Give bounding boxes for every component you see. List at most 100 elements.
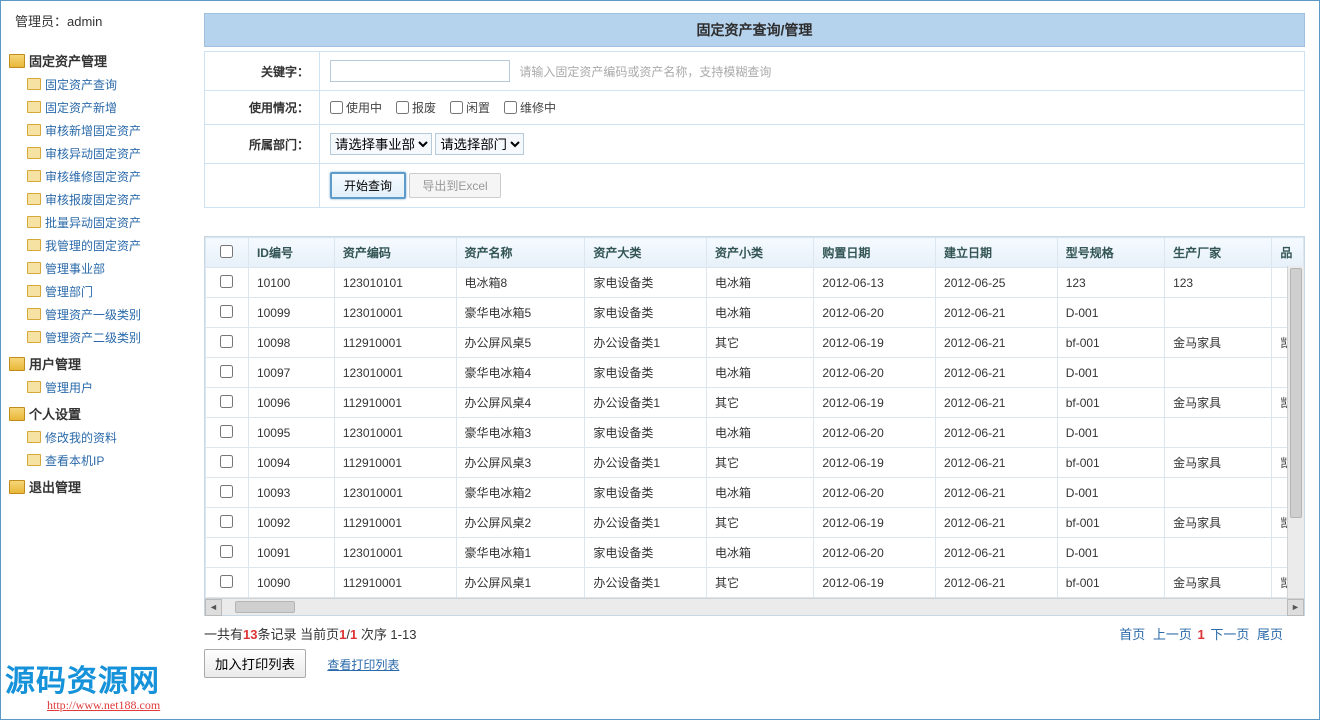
nav-item[interactable]: 管理用户	[45, 381, 93, 395]
table-cell: D-001	[1057, 298, 1164, 328]
usage-option[interactable]: 闲置	[450, 101, 490, 115]
table-cell: 金马家具	[1165, 328, 1272, 358]
dept-sub-select[interactable]: 请选择部门	[435, 133, 524, 155]
table-cell: 金马家具	[1165, 388, 1272, 418]
hscroll-right-arrow[interactable]: ►	[1287, 599, 1304, 616]
grid-hscroll[interactable]: ◄ ►	[205, 598, 1304, 615]
column-header[interactable]: 生产厂家	[1165, 238, 1272, 268]
nav-item[interactable]: 审核维修固定资产	[45, 170, 141, 184]
hscroll-left-arrow[interactable]: ◄	[205, 599, 222, 616]
table-row[interactable]: 10098112910001办公屏风桌5办公设备类1其它2012-06-1920…	[206, 328, 1304, 358]
nav-item[interactable]: 审核新增固定资产	[45, 124, 141, 138]
grid-vscroll[interactable]	[1287, 266, 1304, 615]
usage-checkbox[interactable]	[330, 101, 343, 114]
nav-item[interactable]: 固定资产新增	[45, 101, 117, 115]
nav-item[interactable]: 管理事业部	[45, 262, 105, 276]
table-row[interactable]: 10090112910001办公屏风桌1办公设备类1其它2012-06-1920…	[206, 568, 1304, 598]
table-cell: 2012-06-21	[936, 298, 1058, 328]
table-row[interactable]: 10094112910001办公屏风桌3办公设备类1其它2012-06-1920…	[206, 448, 1304, 478]
column-header[interactable]: 品	[1272, 238, 1304, 268]
nav-item[interactable]: 固定资产查询	[45, 78, 117, 92]
usage-option[interactable]: 报废	[396, 101, 436, 115]
nav-item[interactable]: 管理资产一级类别	[45, 308, 141, 322]
table-row[interactable]: 10093123010001豪华电冰箱2家电设备类电冰箱2012-06-2020…	[206, 478, 1304, 508]
row-checkbox[interactable]	[220, 395, 233, 408]
nav-item[interactable]: 查看本机IP	[45, 454, 104, 468]
table-cell	[1165, 298, 1272, 328]
table-cell: 家电设备类	[585, 298, 707, 328]
table-cell: bf-001	[1057, 448, 1164, 478]
row-checkbox[interactable]	[220, 455, 233, 468]
table-cell: 电冰箱8	[456, 268, 585, 298]
table-row[interactable]: 10096112910001办公屏风桌4办公设备类1其它2012-06-1920…	[206, 388, 1304, 418]
keyword-input[interactable]	[330, 60, 510, 82]
table-row[interactable]: 10092112910001办公屏风桌2办公设备类1其它2012-06-1920…	[206, 508, 1304, 538]
table-cell: 电冰箱	[707, 268, 814, 298]
nav-item[interactable]: 批量异动固定资产	[45, 216, 141, 230]
table-row[interactable]: 10100123010101电冰箱8家电设备类电冰箱2012-06-132012…	[206, 268, 1304, 298]
nav-item[interactable]: 审核报废固定资产	[45, 193, 141, 207]
row-checkbox[interactable]	[220, 515, 233, 528]
table-cell: 10092	[248, 508, 334, 538]
usage-checkbox[interactable]	[504, 101, 517, 114]
page-last-link[interactable]: 尾页	[1257, 627, 1283, 642]
row-checkbox[interactable]	[220, 305, 233, 318]
column-header[interactable]: 建立日期	[936, 238, 1058, 268]
nav-item[interactable]: 修改我的资料	[45, 431, 117, 445]
row-checkbox[interactable]	[220, 275, 233, 288]
nav-category[interactable]: 用户管理	[9, 351, 178, 376]
search-button[interactable]: 开始查询	[330, 172, 406, 199]
table-cell: 办公设备类1	[585, 568, 707, 598]
export-excel-button[interactable]: 导出到Excel	[409, 173, 500, 198]
table-row[interactable]: 10097123010001豪华电冰箱4家电设备类电冰箱2012-06-2020…	[206, 358, 1304, 388]
page-next-link[interactable]: 下一页	[1210, 627, 1249, 642]
select-all-checkbox[interactable]	[220, 245, 233, 258]
row-checkbox[interactable]	[220, 485, 233, 498]
table-cell: 2012-06-20	[814, 358, 936, 388]
add-print-button[interactable]: 加入打印列表	[204, 649, 306, 678]
nav-item[interactable]: 我管理的固定资产	[45, 239, 141, 253]
table-cell: D-001	[1057, 418, 1164, 448]
column-header[interactable]: 资产小类	[707, 238, 814, 268]
nav-category[interactable]: 个人设置	[9, 401, 178, 426]
table-cell: 家电设备类	[585, 538, 707, 568]
table-cell: 2012-06-21	[936, 478, 1058, 508]
nav-item[interactable]: 管理资产二级类别	[45, 331, 141, 345]
table-cell: 123	[1057, 268, 1164, 298]
table-cell: 2012-06-21	[936, 328, 1058, 358]
nav-category[interactable]: 退出管理	[9, 474, 178, 499]
column-header[interactable]: ID编号	[248, 238, 334, 268]
column-header[interactable]: 型号规格	[1057, 238, 1164, 268]
nav-category[interactable]: 固定资产管理	[9, 48, 178, 73]
usage-checkbox[interactable]	[450, 101, 463, 114]
row-checkbox[interactable]	[220, 545, 233, 558]
table-cell: bf-001	[1057, 508, 1164, 538]
table-row[interactable]: 10095123010001豪华电冰箱3家电设备类电冰箱2012-06-2020…	[206, 418, 1304, 448]
page-prev-link[interactable]: 上一页	[1153, 627, 1192, 642]
dept-division-select[interactable]: 请选择事业部	[330, 133, 432, 155]
usage-label: 使用情况：	[205, 91, 320, 125]
usage-option[interactable]: 使用中	[330, 101, 382, 115]
table-row[interactable]: 10091123010001豪华电冰箱1家电设备类电冰箱2012-06-2020…	[206, 538, 1304, 568]
table-cell: 2012-06-19	[814, 568, 936, 598]
usage-checkbox[interactable]	[396, 101, 409, 114]
view-print-link[interactable]: 查看打印列表	[327, 658, 399, 672]
row-checkbox[interactable]	[220, 365, 233, 378]
watermark: 源码资源网 http://www.net188.com	[5, 656, 160, 713]
usage-option[interactable]: 维修中	[504, 101, 556, 115]
page-first-link[interactable]: 首页	[1119, 627, 1145, 642]
row-checkbox[interactable]	[220, 575, 233, 588]
row-checkbox[interactable]	[220, 425, 233, 438]
table-row[interactable]: 10099123010001豪华电冰箱5家电设备类电冰箱2012-06-2020…	[206, 298, 1304, 328]
table-cell: 办公设备类1	[585, 388, 707, 418]
pagination: 首页 上一页 1 下一页 尾页	[1117, 624, 1285, 643]
table-cell: 办公设备类1	[585, 448, 707, 478]
nav-item[interactable]: 管理部门	[45, 285, 93, 299]
row-checkbox[interactable]	[220, 335, 233, 348]
column-header[interactable]: 资产名称	[456, 238, 585, 268]
table-cell: 2012-06-19	[814, 508, 936, 538]
column-header[interactable]: 资产编码	[334, 238, 456, 268]
column-header[interactable]: 购置日期	[814, 238, 936, 268]
nav-item[interactable]: 审核异动固定资产	[45, 147, 141, 161]
column-header[interactable]: 资产大类	[585, 238, 707, 268]
